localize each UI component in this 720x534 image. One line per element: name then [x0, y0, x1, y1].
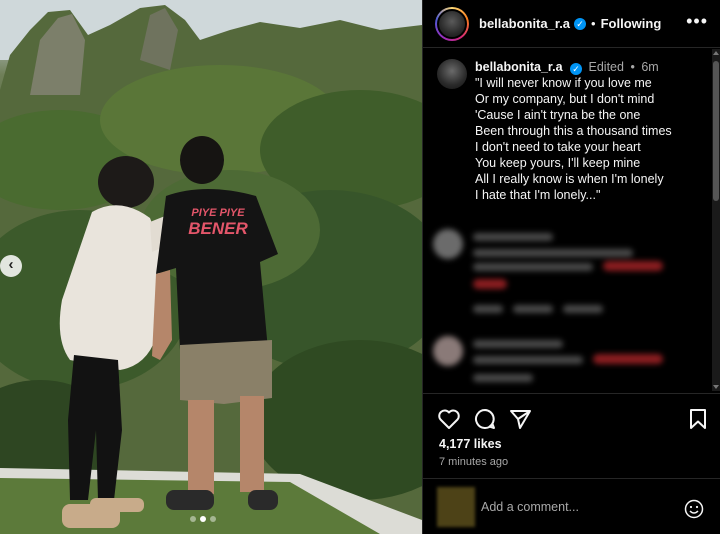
avatar[interactable]: [437, 8, 467, 39]
carousel-prev-button[interactable]: ‹: [0, 255, 22, 277]
following-button[interactable]: Following: [601, 16, 662, 31]
post-timestamp[interactable]: 7 minutes ago: [439, 456, 508, 468]
blurred-comment: [433, 227, 708, 297]
post-header: bellabonita_r.a ✓ • Following •••: [423, 0, 720, 48]
bookmark-icon[interactable]: [688, 408, 708, 430]
post-side-panel: bellabonita_r.a ✓ • Following ••• bellab…: [422, 0, 720, 534]
blurred-comment-meta: [433, 299, 708, 319]
shirt-print-bottom: BENER: [188, 219, 248, 238]
heart-icon[interactable]: [437, 408, 461, 430]
comment-icon[interactable]: [473, 408, 497, 430]
scroll-down-icon[interactable]: [713, 385, 719, 389]
caption-separator: •: [630, 60, 635, 74]
more-horizontal-icon[interactable]: •••: [686, 12, 708, 30]
carousel-dot: [190, 516, 196, 522]
action-bar: [423, 393, 720, 441]
add-comment-input[interactable]: [481, 499, 681, 514]
comments-scrollbar[interactable]: [712, 49, 720, 391]
caption-avatar[interactable]: [437, 59, 467, 89]
scrollbar-thumb[interactable]: [713, 61, 719, 201]
add-comment-bar: [423, 478, 720, 534]
caption: bellabonita_r.a ✓ Edited • 6m "I will ne…: [423, 49, 720, 203]
carousel-dot-active: [200, 516, 206, 522]
story-ring[interactable]: [435, 6, 469, 41]
verified-badge-icon: ✓: [570, 63, 583, 75]
photo-scene: PIYE PIYE BENER: [0, 0, 422, 534]
chevron-left-icon: ‹: [8, 256, 14, 273]
caption-edited: Edited: [588, 60, 624, 74]
caption-age[interactable]: 6m: [641, 60, 658, 74]
like-count[interactable]: 4,177 likes: [439, 437, 502, 451]
carousel-indicator: [190, 516, 216, 522]
current-user-avatar: [437, 486, 475, 527]
blurred-comment: [433, 334, 708, 391]
carousel-dot: [210, 516, 216, 522]
comments-section[interactable]: bellabonita_r.a ✓ Edited • 6m "I will ne…: [423, 49, 720, 391]
scroll-up-icon[interactable]: [713, 51, 719, 55]
caption-username[interactable]: bellabonita_r.a: [475, 60, 563, 74]
shirt-print-top: PIYE PIYE: [191, 207, 245, 219]
header-username[interactable]: bellabonita_r.a: [479, 16, 570, 31]
caption-text: "I will never know if you love me Or my …: [475, 76, 672, 202]
share-icon[interactable]: [509, 408, 533, 430]
header-separator: •: [591, 16, 596, 31]
emoji-smile-icon[interactable]: [684, 499, 704, 519]
verified-badge-icon: ✓: [574, 17, 587, 30]
post-photo[interactable]: PIYE PIYE BENER ‹: [0, 0, 422, 534]
